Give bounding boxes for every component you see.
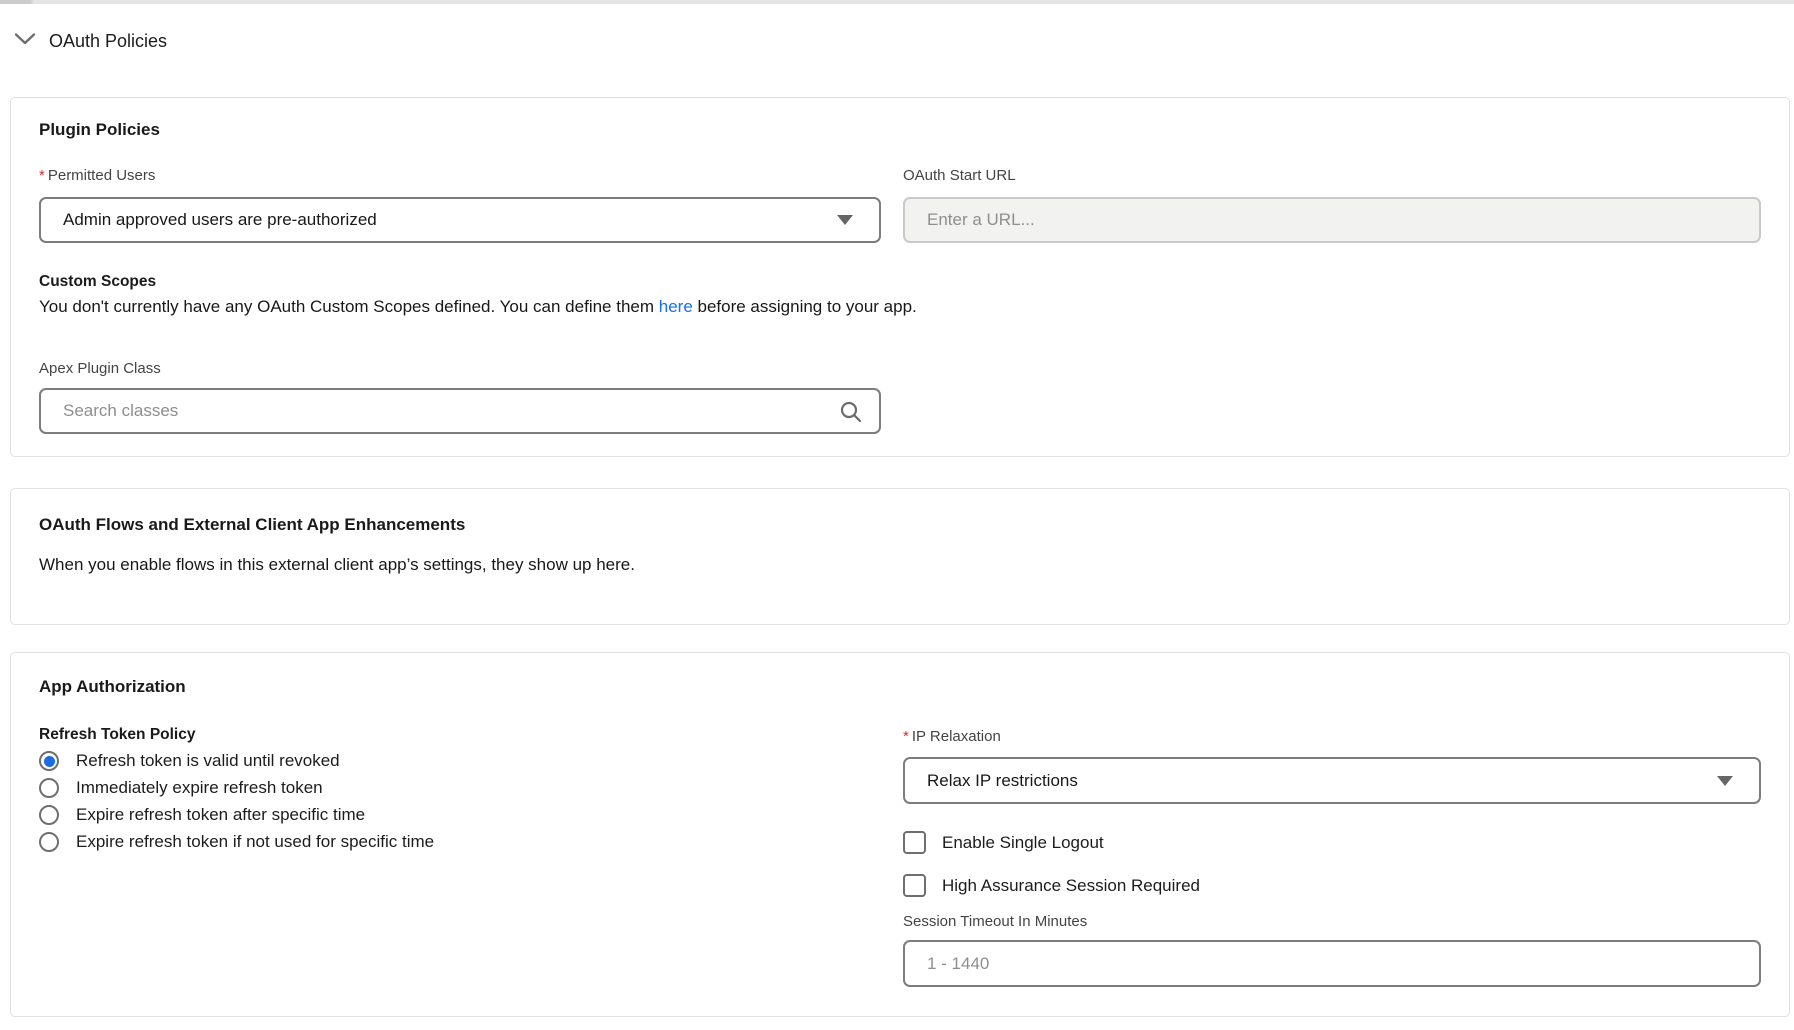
radio-refresh-token-valid-until-revoked[interactable]: Refresh token is valid until revoked — [39, 751, 434, 771]
required-asterisk: * — [903, 728, 909, 745]
permitted-users-label: * Permitted Users — [39, 167, 155, 184]
radio-immediately-expire[interactable]: Immediately expire refresh token — [39, 778, 434, 798]
app-authorization-heading: App Authorization — [39, 677, 186, 697]
plugin-policies-card: Plugin Policies * Permitted Users Admin … — [10, 97, 1790, 457]
oauth-flows-heading: OAuth Flows and External Client App Enha… — [39, 515, 465, 535]
session-timeout-input[interactable] — [903, 940, 1761, 987]
checkbox-icon[interactable] — [903, 831, 926, 854]
dropdown-caret-icon — [837, 215, 853, 225]
radio-button-icon[interactable] — [39, 751, 59, 771]
custom-scopes-heading: Custom Scopes — [39, 273, 156, 291]
oauth-start-url-input[interactable] — [903, 197, 1761, 243]
permitted-users-select[interactable]: Admin approved users are pre-authorized — [39, 197, 881, 243]
top-divider — [0, 0, 1794, 4]
apex-plugin-class-search-input[interactable] — [39, 388, 881, 434]
checkbox-icon[interactable] — [903, 874, 926, 897]
oauth-flows-description: When you enable flows in this external c… — [39, 555, 635, 575]
apex-plugin-class-label: Apex Plugin Class — [39, 360, 161, 377]
oauth-start-url-label: OAuth Start URL — [903, 167, 1016, 184]
oauth-policies-page: OAuth Policies Plugin Policies * Permitt… — [0, 0, 1794, 1030]
ip-relaxation-value: Relax IP restrictions — [927, 771, 1078, 791]
radio-button-icon[interactable] — [39, 805, 59, 825]
high-assurance-session-checkbox-row[interactable]: High Assurance Session Required — [903, 874, 1200, 897]
permitted-users-value: Admin approved users are pre-authorized — [63, 210, 377, 230]
plugin-policies-heading: Plugin Policies — [39, 120, 160, 140]
ip-relaxation-select[interactable]: Relax IP restrictions — [903, 757, 1761, 804]
custom-scopes-text-after: before assigning to your app. — [693, 297, 917, 316]
custom-scopes-text-before: You don't currently have any OAuth Custo… — [39, 297, 659, 316]
radio-button-icon[interactable] — [39, 832, 59, 852]
refresh-token-policy-label: Refresh Token Policy — [39, 726, 195, 744]
dropdown-caret-icon — [1717, 776, 1733, 786]
enable-single-logout-checkbox-row[interactable]: Enable Single Logout — [903, 831, 1104, 854]
custom-scopes-text: You don't currently have any OAuth Custo… — [39, 297, 917, 317]
radio-button-icon[interactable] — [39, 778, 59, 798]
radio-expire-if-not-used[interactable]: Expire refresh token if not used for spe… — [39, 832, 434, 852]
app-authorization-card: App Authorization Refresh Token Policy R… — [10, 652, 1790, 1017]
radio-expire-after-specific-time[interactable]: Expire refresh token after specific time — [39, 805, 434, 825]
oauth-flows-card: OAuth Flows and External Client App Enha… — [10, 488, 1790, 625]
oauth-policies-section-toggle[interactable]: OAuth Policies — [14, 27, 167, 55]
section-title: OAuth Policies — [49, 31, 167, 52]
chevron-down-icon[interactable] — [14, 32, 36, 51]
ip-relaxation-label: * IP Relaxation — [903, 728, 1001, 745]
required-asterisk: * — [39, 167, 45, 184]
session-timeout-label: Session Timeout In Minutes — [903, 913, 1087, 930]
custom-scopes-here-link[interactable]: here — [659, 297, 693, 316]
refresh-token-policy-radio-group: Refresh token is valid until revoked Imm… — [39, 751, 434, 852]
